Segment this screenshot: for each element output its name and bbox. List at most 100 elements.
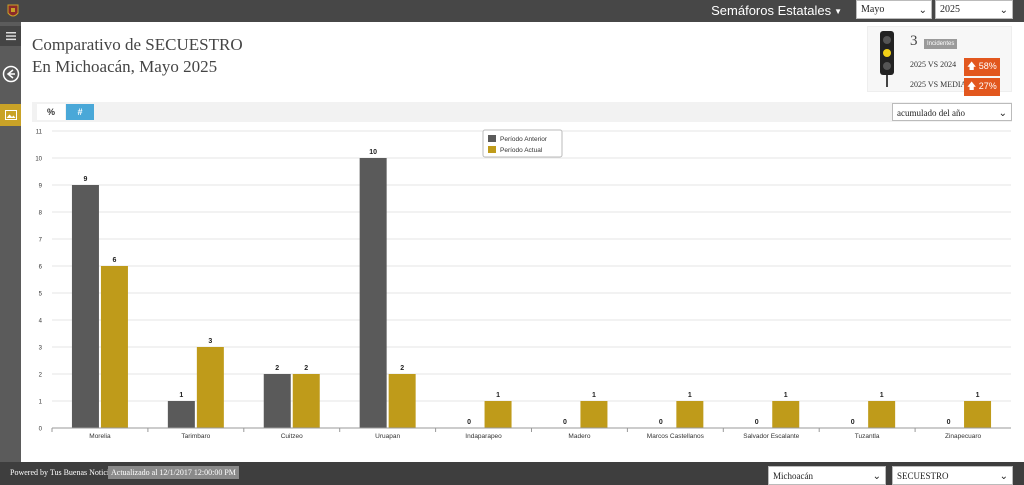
updated-timestamp: Actualizado al 12/1/2017 12:00:00 PM (108, 466, 239, 479)
y-tick-label: 5 (39, 292, 43, 298)
arrow-up-icon: 🡅 (967, 81, 979, 91)
chart-view-button[interactable] (0, 104, 21, 126)
tab-number[interactable]: # (66, 104, 94, 120)
y-tick-label: 11 (36, 130, 43, 136)
data-label: 1 (880, 392, 884, 399)
data-label: 6 (112, 257, 116, 264)
bar (772, 401, 800, 428)
region-select[interactable]: Michoacán ⌄ (768, 466, 886, 485)
month-select[interactable]: Mayo ⌄ (856, 0, 932, 19)
bar (196, 347, 224, 428)
y-tick-label: 6 (39, 265, 43, 271)
bar (292, 374, 320, 428)
bar (359, 158, 387, 428)
caret-down-icon: ▼ (834, 6, 842, 16)
data-label: 0 (563, 419, 567, 426)
data-label: 1 (688, 392, 692, 399)
powered-by-link[interactable]: Tus Buenas Noticias (50, 468, 116, 477)
x-tick-label: Tarimbaro (181, 433, 210, 440)
kpi-row1-value: 58% (978, 61, 997, 71)
chevron-down-icon: ⌄ (872, 471, 881, 482)
x-tick-label: Morelia (89, 433, 111, 440)
tab-percent[interactable]: % (37, 104, 65, 120)
kpi-row1-label: 2025 VS 2024 (910, 60, 957, 69)
y-tick-label: 0 (39, 427, 43, 433)
page-title: Comparativo de SECUESTRO En Michoacán, M… (32, 34, 243, 78)
state-logo-icon (7, 4, 19, 17)
incident-count-label: Incidentes (924, 39, 958, 49)
menu-button[interactable] (0, 26, 21, 46)
month-select-value: Mayo (861, 4, 885, 15)
kpi-row2-value: 27% (978, 81, 997, 91)
traffic-light-pole (886, 75, 888, 87)
y-tick-label: 8 (39, 211, 43, 217)
data-label: 2 (304, 365, 308, 372)
powered-by: Powered by Tus Buenas Noticias (10, 468, 116, 477)
y-tick-label: 9 (39, 184, 43, 190)
bar (167, 401, 195, 428)
data-label: 0 (467, 419, 471, 426)
back-button[interactable] (0, 62, 21, 86)
chevron-down-icon: ⌄ (999, 5, 1008, 16)
image-icon (4, 110, 17, 120)
chevron-down-icon: ⌄ (999, 471, 1008, 482)
data-label: 3 (208, 338, 212, 345)
y-tick-label: 4 (39, 319, 43, 325)
legend-label: Período Actual (500, 147, 543, 154)
bar (388, 374, 416, 428)
legend-label: Período Anterior (500, 136, 548, 143)
region-select-value: Michoacán (773, 471, 813, 481)
accumulation-mode-select[interactable]: acumulado del año ⌄ (892, 103, 1012, 121)
chart-controls-bar: % # (32, 102, 1012, 122)
y-tick-label: 2 (39, 373, 43, 379)
incident-count: 3 (910, 33, 918, 49)
chevron-down-icon: ⌄ (918, 5, 927, 16)
crime-select[interactable]: SECUESTRO ⌄ (892, 466, 1013, 485)
data-label: 1 (976, 392, 980, 399)
accumulation-mode-value: acumulado del año (897, 108, 965, 118)
data-label: 0 (755, 419, 759, 426)
data-label: 1 (179, 392, 183, 399)
x-tick-label: Marcos Castellanos (647, 433, 705, 440)
kpi-row2-badge: 🡅 27% (964, 78, 1000, 96)
data-label: 0 (851, 419, 855, 426)
x-tick-label: Cuitzeo (281, 433, 303, 440)
bar (71, 185, 99, 428)
y-tick-label: 3 (39, 346, 43, 352)
legend-swatch (488, 146, 496, 153)
data-label: 1 (496, 392, 500, 399)
arrow-up-icon: 🡅 (967, 61, 979, 71)
page-title-line2: En Michoacán, Mayo 2025 (32, 57, 218, 76)
bar (580, 401, 608, 428)
semaforos-menu-label: Semáforos Estatales (711, 3, 832, 18)
data-label: 0 (659, 419, 663, 426)
y-tick-label: 1 (39, 400, 43, 406)
bar-chart: 0123456789101196Morelia13Tarimbaro2 2Cuit… (35, 129, 1011, 440)
x-tick-label: Tuzantla (855, 433, 880, 440)
bar (484, 401, 512, 428)
powered-by-label: Powered by (10, 468, 48, 477)
bar (676, 401, 704, 428)
x-tick-label: Madero (568, 433, 590, 440)
sidebar (0, 22, 21, 462)
crime-select-value: SECUESTRO (897, 471, 949, 481)
page-title-line1: Comparativo de SECUESTRO (32, 35, 243, 54)
kpi-row2-label: 2025 VS MEDIA (910, 80, 967, 89)
hamburger-icon (5, 32, 16, 41)
x-tick-label: Uruapan (375, 433, 400, 440)
bar (868, 401, 896, 428)
bar (964, 401, 992, 428)
traffic-light-icon (880, 31, 894, 75)
kpi-card: 3 Incidentes 2025 VS 2024 🡅 58% 2025 VS … (867, 26, 1012, 96)
data-label: 0 (947, 419, 951, 426)
x-tick-label: Indaparapeo (465, 433, 502, 440)
semaforos-menu[interactable]: Semáforos Estatales ▼ (711, 3, 842, 20)
bar (100, 266, 128, 428)
x-tick-label: Salvador Escalante (743, 433, 799, 440)
data-label: 9 (83, 176, 87, 183)
bar (263, 374, 291, 428)
legend-swatch (488, 135, 496, 142)
year-select[interactable]: 2025 ⌄ (935, 0, 1013, 19)
kpi-row1-badge: 🡅 58% (964, 58, 1000, 76)
y-tick-label: 7 (39, 238, 43, 244)
